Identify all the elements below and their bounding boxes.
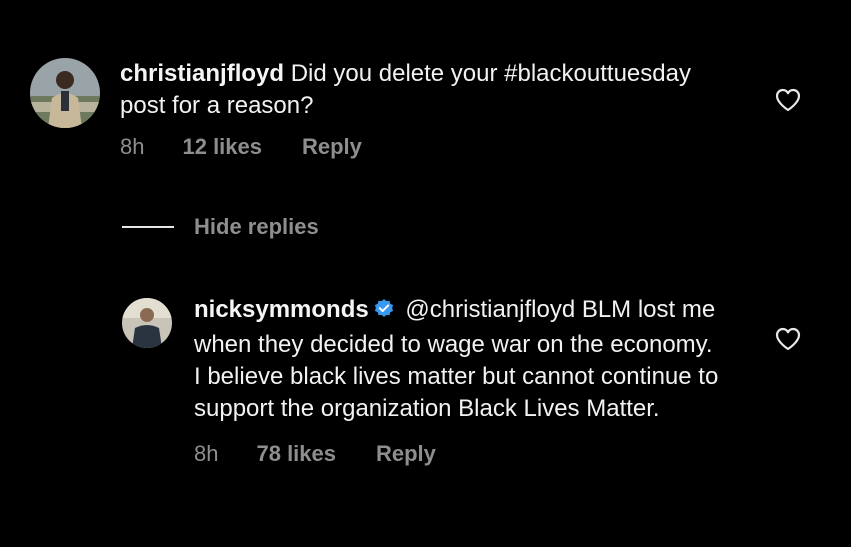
- hide-replies-label: Hide replies: [194, 214, 319, 239]
- reply-text: nicksymmonds @christianjfloyd BLM lost m…: [194, 294, 722, 425]
- avatar-photo: [122, 298, 172, 348]
- reply-time: 8h: [194, 441, 219, 466]
- reply-meta: 8h 78 likes Reply: [194, 441, 722, 467]
- avatar[interactable]: [30, 58, 100, 128]
- comment-text: christianjfloyd Did you delete your #bla…: [120, 58, 730, 122]
- heart-icon[interactable]: [775, 88, 801, 117]
- comment-username[interactable]: christianjfloyd: [120, 60, 284, 87]
- heart-icon[interactable]: [775, 327, 801, 356]
- verified-badge-icon: [373, 297, 395, 329]
- comment-likes[interactable]: 12 likes: [182, 134, 262, 160]
- reply-likes[interactable]: 78 likes: [256, 441, 336, 467]
- comment-reply-button[interactable]: Reply: [302, 134, 362, 160]
- reply-reply-button[interactable]: Reply: [376, 441, 436, 467]
- avatar-photo: [30, 58, 100, 128]
- reply-username[interactable]: nicksymmonds: [194, 296, 369, 323]
- reply-comment: nicksymmonds @christianjfloyd BLM lost m…: [122, 294, 722, 467]
- comment-meta: 8h 12 likes Reply: [120, 134, 730, 160]
- divider-line: [122, 226, 174, 228]
- avatar[interactable]: [122, 298, 172, 348]
- comment: christianjfloyd Did you delete your #bla…: [30, 58, 730, 160]
- comment-time: 8h: [120, 134, 145, 159]
- hide-replies-button[interactable]: Hide replies: [122, 214, 319, 240]
